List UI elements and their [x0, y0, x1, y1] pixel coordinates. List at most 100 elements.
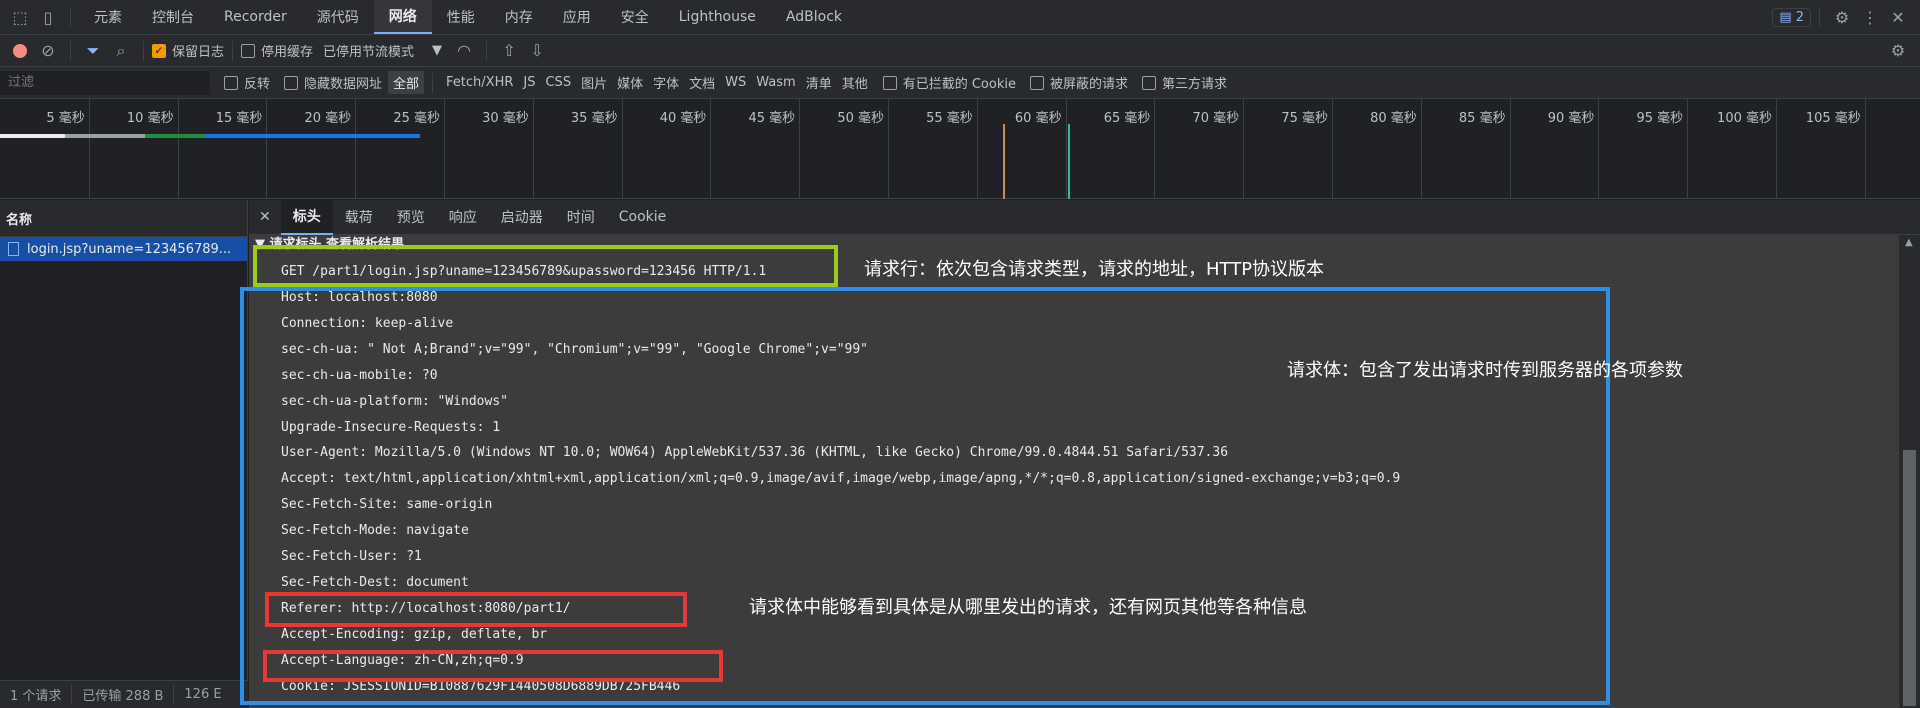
tab-2[interactable]: Recorder — [209, 0, 302, 34]
tick-label: 40 毫秒 — [659, 111, 707, 126]
request-name: login.jsp?uname=123456789... — [27, 241, 232, 257]
gear-icon[interactable]: ⚙ — [1828, 3, 1856, 31]
filter-type-1[interactable]: Fetch/XHR — [441, 73, 518, 92]
tick-label: 15 毫秒 — [215, 111, 263, 126]
status-bar: 1 个请求 已传输 288 B 126 E — [0, 680, 248, 708]
checkbox-unchecked — [1029, 75, 1044, 90]
tick-label: 45 毫秒 — [748, 111, 796, 126]
tab-5[interactable]: 性能 — [432, 0, 490, 34]
tick-label: 100 毫秒 — [1717, 111, 1772, 126]
detail-tab-0[interactable]: 标头 — [280, 199, 333, 235]
filter-type-4[interactable]: 图片 — [576, 71, 612, 94]
filter-input[interactable] — [0, 70, 210, 95]
tick-label: 110 — [1866, 107, 1920, 122]
tab-8[interactable]: 安全 — [606, 0, 664, 34]
detail-tab-1[interactable]: 载荷 — [333, 200, 385, 235]
divider — [70, 40, 71, 61]
detail-tab-6[interactable]: Cookie — [607, 200, 679, 235]
tick-label: 30 毫秒 — [482, 111, 529, 126]
tab-1[interactable]: 控制台 — [137, 0, 209, 34]
import-har-icon[interactable]: ⇧ — [495, 37, 523, 65]
record-button[interactable] — [6, 37, 34, 65]
document-icon — [8, 242, 19, 256]
tab-0[interactable]: 元素 — [79, 0, 137, 34]
filter-icon[interactable]: ⏷ — [79, 37, 107, 65]
filter-type-2[interactable]: JS — [518, 73, 540, 92]
tab-10[interactable]: AdBlock — [771, 0, 857, 34]
blocked-requests-checkbox[interactable]: 被屏蔽的请求 — [1029, 73, 1128, 92]
detail-tab-3[interactable]: 响应 — [437, 200, 489, 235]
filter-type-11[interactable]: 其他 — [837, 71, 873, 94]
device-toolbar-icon[interactable]: ▯ — [34, 3, 62, 31]
tick-label: 85 毫秒 — [1458, 111, 1506, 126]
close-detail-icon[interactable]: ✕ — [249, 200, 281, 235]
filter-type-6[interactable]: 字体 — [648, 71, 684, 94]
timeline-overview[interactable]: 5 毫秒 10 毫秒 15 毫秒 20 毫秒 25 毫秒 30 毫秒 35 毫秒 40 毫秒 4… — [0, 99, 1920, 199]
search-icon[interactable]: ⌕ — [107, 37, 135, 65]
detail-tab-4[interactable]: 启动器 — [489, 200, 555, 235]
checkbox-unchecked — [284, 75, 299, 90]
tab-3[interactable]: 源代码 — [302, 0, 374, 34]
clear-icon[interactable]: ⊘ — [34, 37, 62, 65]
waterfall-bar-blue — [205, 134, 420, 138]
issues-badge[interactable]: ▤ 2 — [1772, 7, 1811, 27]
tick-label: 95 毫秒 — [1636, 111, 1684, 126]
name-column-header[interactable]: 名称 — [0, 200, 247, 237]
filter-type-7[interactable]: 文档 — [684, 71, 720, 94]
request-body-note: 请求体：包含了发出请求时传到服务器的各项参数 — [1287, 360, 1683, 381]
tick-label: 65 毫秒 — [1103, 111, 1151, 126]
detail-tab-5[interactable]: 时间 — [555, 200, 607, 235]
more-options-icon[interactable]: ⋮ — [1856, 3, 1884, 31]
hide-data-urls-checkbox[interactable]: 隐藏数据网址 — [284, 73, 382, 92]
tick-label: 5 毫秒 — [46, 111, 85, 126]
transferred-size: 已传输 288 B — [72, 685, 175, 704]
devtools-tab-bar: ⬚ ▯ 元素 控制台 Recorder 源代码 网络 性能 内存 应用 安全 Lighthouse… — [0, 0, 1920, 35]
tick-label: 10 毫秒 — [126, 111, 174, 126]
tick-label: 60 毫秒 — [1014, 111, 1062, 126]
tab-7[interactable]: 应用 — [548, 0, 606, 34]
request-count: 1 个请求 — [0, 685, 73, 704]
filter-type-0[interactable]: 全部 — [388, 71, 425, 94]
network-conditions-icon[interactable]: ◠ — [450, 37, 478, 65]
tab-4[interactable]: 网络 — [373, 0, 432, 34]
filter-type-3[interactable]: CSS — [540, 73, 576, 92]
issues-count: 2 — [1795, 9, 1804, 25]
scroll-up-icon[interactable]: ▲ — [1905, 237, 1913, 248]
request-list: 名称 login.jsp?uname=123456789... 1 个请求 已传… — [0, 200, 248, 708]
network-settings-icon[interactable]: ⚙ — [1884, 37, 1912, 65]
throttling-value: 已停用节流模式 — [323, 45, 415, 60]
export-har-icon[interactable]: ⇩ — [523, 37, 551, 65]
tab-9[interactable]: Lighthouse — [664, 0, 771, 34]
filter-type-9[interactable]: Wasm — [751, 73, 800, 92]
dom-content-loaded-line — [1003, 124, 1005, 199]
load-event-line — [1068, 124, 1070, 199]
filter-type-8[interactable]: WS — [720, 73, 751, 92]
disable-cache-checkbox[interactable]: 停用缓存 — [241, 41, 313, 60]
waterfall-bar-green — [145, 134, 205, 138]
scrollbar[interactable]: ▲ — [1899, 235, 1920, 708]
invert-checkbox[interactable]: 反转 — [224, 73, 270, 92]
request-row[interactable]: login.jsp?uname=123456789... — [0, 237, 247, 261]
invert-label: 反转 — [244, 77, 271, 92]
tick-label: 20 毫秒 — [304, 111, 352, 126]
close-icon[interactable]: ✕ — [1884, 3, 1912, 31]
blocked-cookies-label: 有已拦截的 Cookie — [902, 77, 1016, 92]
third-party-checkbox[interactable]: 第三方请求 — [1142, 73, 1227, 92]
tab-6[interactable]: 内存 — [490, 0, 548, 34]
filter-type-10[interactable]: 清单 — [801, 71, 837, 94]
checkbox-unchecked — [241, 43, 256, 58]
checkbox-unchecked — [882, 75, 897, 90]
resource-size: 126 E — [184, 687, 222, 702]
chevron-down-icon: ▼ — [432, 43, 443, 58]
throttling-select[interactable]: 已停用节流模式 ▼ — [323, 41, 442, 60]
checkbox-unchecked — [224, 75, 238, 90]
tick-label: 90 毫秒 — [1547, 111, 1595, 126]
hide-data-urls-label: 隐藏数据网址 — [304, 77, 383, 92]
detail-tab-2[interactable]: 预览 — [385, 200, 437, 235]
scrollbar-thumb[interactable] — [1903, 450, 1916, 706]
preserve-log-checkbox[interactable]: ✓ 保留日志 — [152, 41, 224, 60]
inspect-element-icon[interactable]: ⬚ — [6, 3, 34, 31]
filter-type-5[interactable]: 媒体 — [612, 71, 648, 94]
accept-language-highlight-box — [263, 650, 723, 682]
blocked-cookies-checkbox[interactable]: 有已拦截的 Cookie — [882, 73, 1016, 92]
